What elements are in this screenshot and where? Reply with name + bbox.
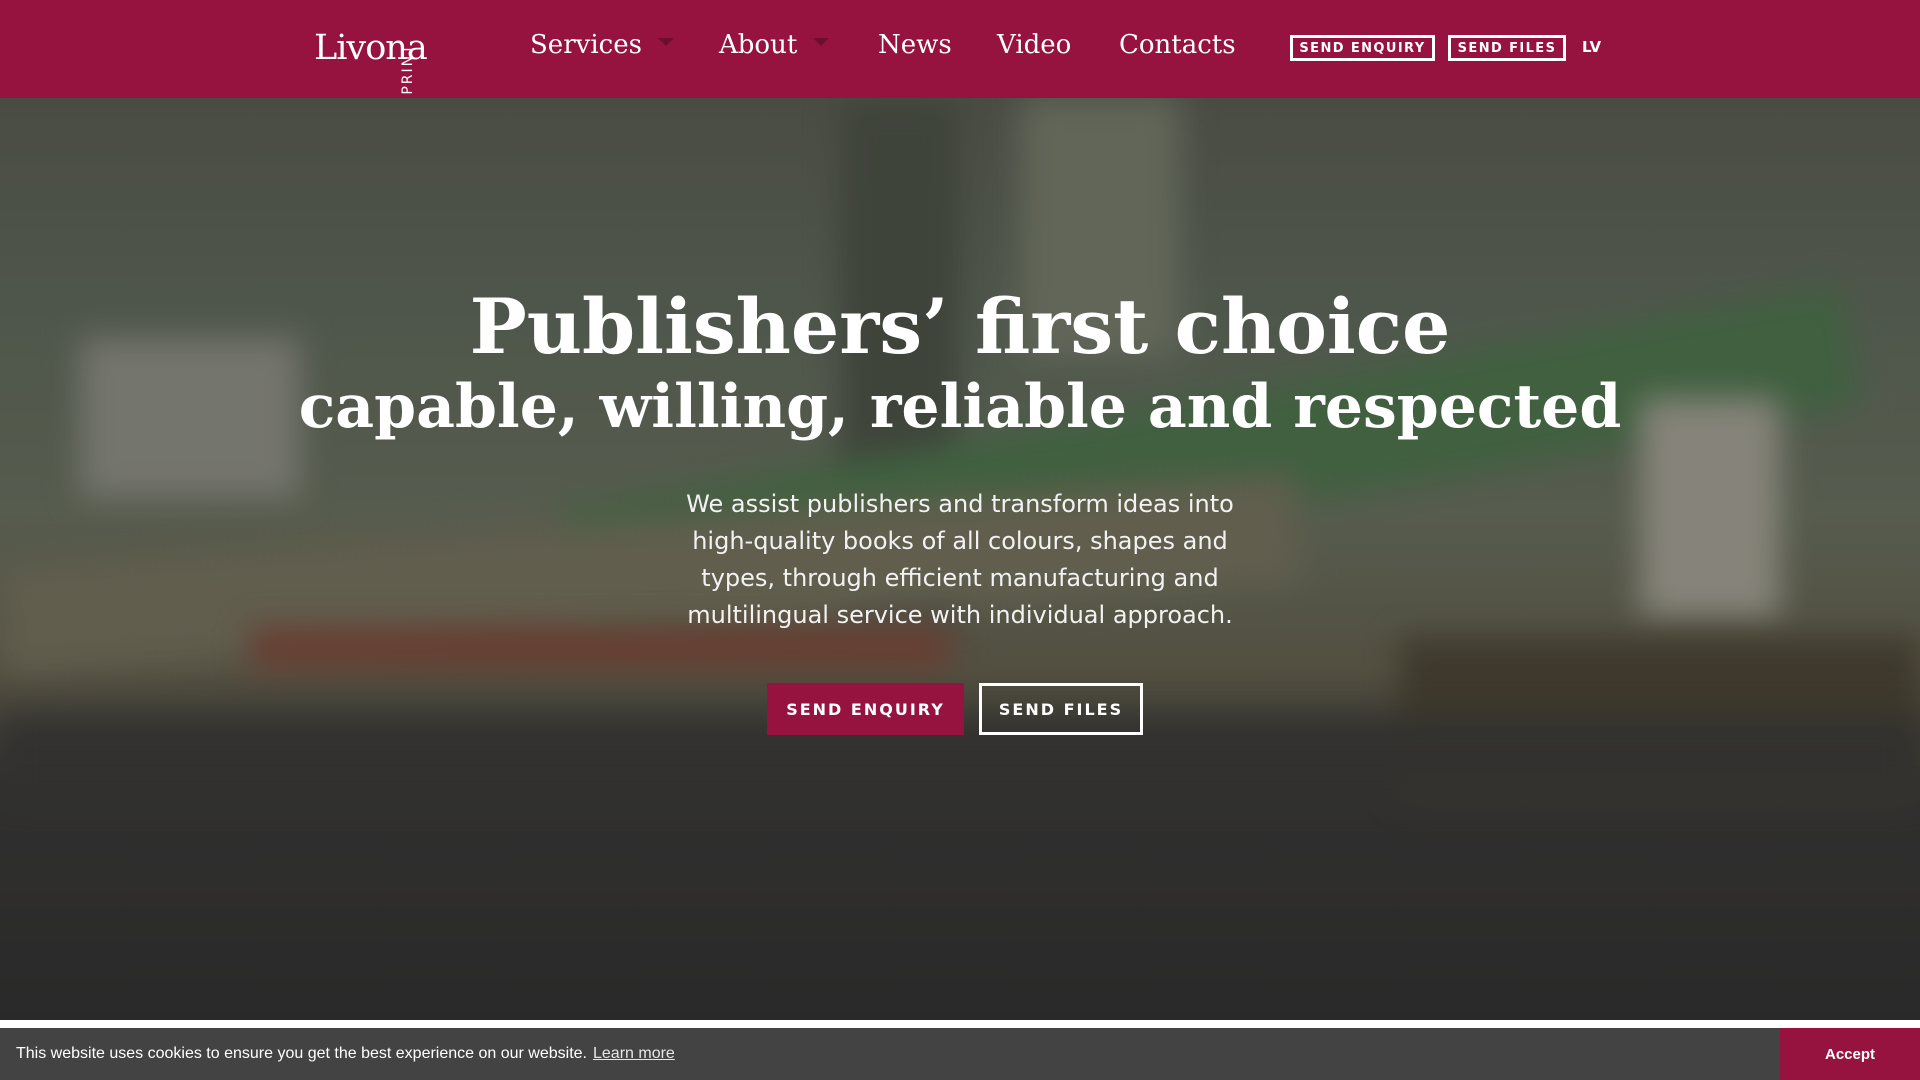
chevron-down-icon <box>657 38 674 46</box>
hero-headline: Publishers’ first choice <box>469 282 1451 371</box>
hero-send-files-button[interactable]: SEND FILES <box>979 683 1143 735</box>
nav-item-services[interactable]: Services <box>530 30 674 60</box>
logo-print-label: PRINT <box>400 43 416 95</box>
cookie-divider <box>0 1020 1920 1028</box>
nav-item-about[interactable]: About <box>719 30 830 60</box>
nav-item-label: Services <box>530 30 642 60</box>
header-send-files-button[interactable]: SEND FILES <box>1448 35 1566 61</box>
cookie-message-text: This website uses cookies to ensure you … <box>16 1045 587 1062</box>
hero-send-enquiry-button[interactable]: SEND ENQUIRY <box>767 683 964 735</box>
hero-subheadline: capable, willing, reliable and respected <box>298 372 1622 442</box>
logo[interactable]: Livona PRINT <box>314 18 454 95</box>
language-switch[interactable]: LV <box>1582 38 1601 56</box>
cookie-accept-button[interactable]: Accept <box>1780 1028 1920 1080</box>
nav-item-contacts[interactable]: Contacts <box>1119 30 1236 60</box>
cookie-banner: This website uses cookies to ensure you … <box>0 1028 1920 1080</box>
cookie-message: This website uses cookies to ensure you … <box>16 1045 675 1063</box>
nav-item-video[interactable]: Video <box>997 30 1071 60</box>
header-send-enquiry-button[interactable]: SEND ENQUIRY <box>1290 35 1435 61</box>
chevron-down-icon <box>813 38 830 46</box>
nav-item-news[interactable]: News <box>878 30 952 60</box>
hero-intro-text: We assist publishers and transform ideas… <box>686 490 1234 629</box>
site-header: Livona PRINT Services About News Video C… <box>0 0 1920 98</box>
cookie-learn-more-link[interactable]: Learn more <box>593 1045 675 1062</box>
nav-item-label: About <box>719 30 798 60</box>
